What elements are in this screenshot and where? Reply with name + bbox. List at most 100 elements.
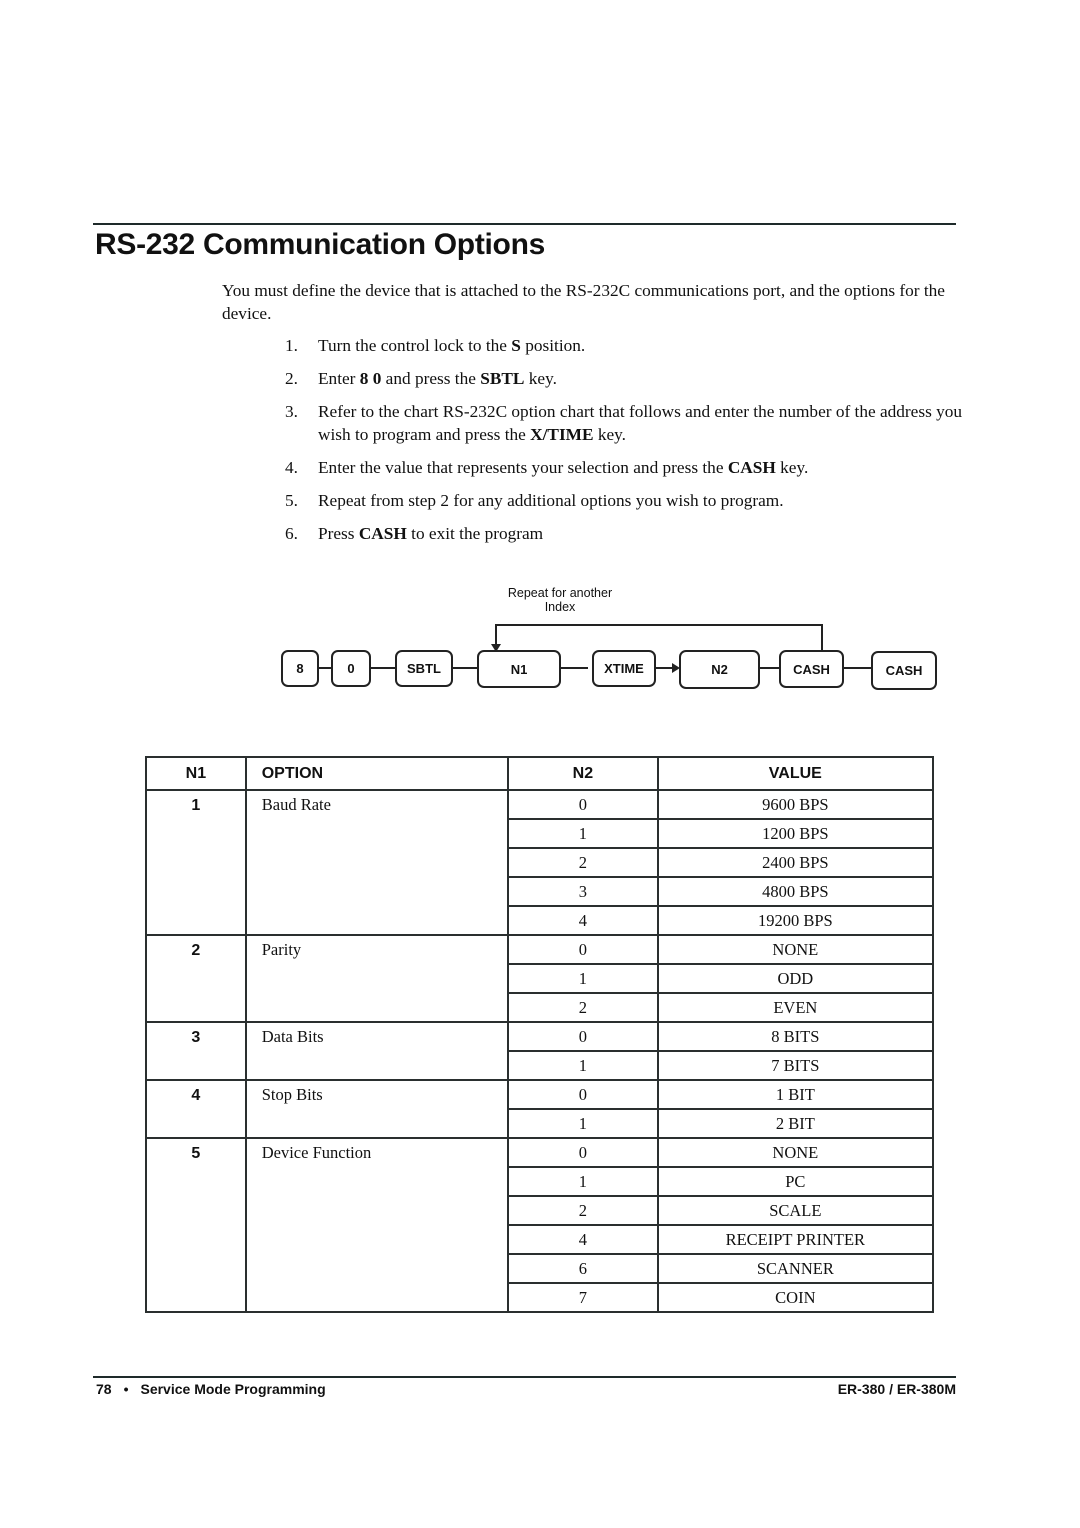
- table-row: 2 Parity 0 NONE: [145, 934, 935, 1023]
- bottom-rule: [93, 1376, 956, 1378]
- value-cell: 1200 BPS: [656, 818, 935, 849]
- n2-cell: 2: [507, 992, 659, 1023]
- header-value: VALUE: [656, 756, 935, 791]
- value-cell: RECEIPT PRINTER: [656, 1224, 935, 1255]
- step-number: 5.: [285, 491, 298, 510]
- step-item: 3. Refer to the chart RS-232C option char…: [285, 400, 965, 446]
- footer-left: 78 • Service Mode Programming: [96, 1381, 326, 1397]
- page-title: RS-232 Communication Options: [95, 228, 545, 261]
- n2-cell: 1: [507, 1108, 659, 1139]
- step-key-name: SBTL: [480, 369, 525, 388]
- step-key-name: 8 0: [359, 369, 382, 388]
- section-name: Service Mode Programming: [140, 1381, 326, 1397]
- step-text: Press CASH to exit the program: [318, 522, 965, 545]
- step-text-part: Turn the control lock to the: [318, 336, 512, 355]
- value-cell: EVEN: [656, 992, 935, 1023]
- option-cell: Parity: [244, 934, 510, 1023]
- n2-cell: 0: [507, 1079, 659, 1110]
- repeat-loop-label: Repeat for another Index: [480, 586, 640, 614]
- step-number: 4.: [285, 458, 298, 477]
- n2-cell: 0: [507, 934, 659, 965]
- step-text-part: position.: [520, 336, 586, 355]
- option-cell: Data Bits: [244, 1021, 510, 1081]
- value-cell: NONE: [656, 1137, 935, 1168]
- value-cell: 19200 BPS: [656, 905, 935, 936]
- n2-cell: 0: [507, 1021, 659, 1052]
- value-cell: 2 BIT: [656, 1108, 935, 1139]
- key-cash-1: CASH: [779, 650, 844, 688]
- n1-cell: 3: [145, 1021, 247, 1081]
- value-cell: COIN: [656, 1282, 935, 1313]
- step-text-part: Repeat from step 2 for any additional op…: [318, 491, 784, 510]
- key-n1: N1: [477, 650, 561, 688]
- value-cell: PC: [656, 1166, 935, 1197]
- option-cell: Stop Bits: [244, 1079, 510, 1139]
- n2-cell: 0: [507, 1137, 659, 1168]
- step-key-name: CASH: [727, 458, 776, 477]
- key-8: 8: [281, 650, 319, 687]
- step-key-name: S: [511, 336, 521, 355]
- value-cell: 4800 BPS: [656, 876, 935, 907]
- value-cell: 8 BITS: [656, 1021, 935, 1052]
- header-option: OPTION: [244, 756, 510, 791]
- table-row: 1 Baud Rate 0 9600 BPS: [145, 789, 935, 936]
- repeat-loop-line: [495, 624, 823, 651]
- step-text: Enter the value that represents your sel…: [318, 456, 965, 479]
- n2-cell: 1: [507, 1050, 659, 1081]
- n2-cell: 4: [507, 905, 659, 936]
- step-number: 3.: [285, 402, 298, 421]
- step-number: 2.: [285, 369, 298, 388]
- model-name: ER-380 / ER-380M: [837, 1381, 956, 1397]
- value-cell: 7 BITS: [656, 1050, 935, 1081]
- step-text-part: Enter the value that represents your sel…: [318, 458, 728, 477]
- step-text: Turn the control lock to the S position.: [318, 334, 965, 357]
- n2-cell: 0: [507, 789, 659, 820]
- step-text-part: Refer to the chart RS-232C option chart …: [318, 402, 963, 444]
- n2-cell: 1: [507, 1166, 659, 1197]
- n2-cell: 4: [507, 1224, 659, 1255]
- step-item: 4. Enter the value that represents your s…: [285, 456, 965, 479]
- intro-paragraph: You must define the device that is attac…: [222, 281, 945, 323]
- n1-cell: 2: [145, 934, 247, 1023]
- key-cash-2: CASH: [871, 651, 937, 690]
- option-cell: Baud Rate: [244, 789, 510, 936]
- n2-cell: 2: [507, 1195, 659, 1226]
- value-cell: NONE: [656, 934, 935, 965]
- step-item: 6. Press CASH to exit the program: [285, 522, 965, 545]
- page-number: 78: [96, 1381, 112, 1397]
- step-number: 6.: [285, 524, 298, 543]
- value-cell: 1 BIT: [656, 1079, 935, 1110]
- footer-bullet: •: [123, 1381, 129, 1397]
- step-text-part: and press the: [381, 369, 481, 388]
- table-header-row: N1 OPTION N2 VALUE: [145, 756, 935, 791]
- n2-cell: 1: [507, 963, 659, 994]
- step-text-part: to exit the program: [406, 524, 544, 543]
- step-text-part: key.: [775, 458, 809, 477]
- step-text: Refer to the chart RS-232C option chart …: [318, 400, 965, 446]
- step-text-part: Press: [318, 524, 359, 543]
- n2-cell: 2: [507, 847, 659, 878]
- n2-cell: 3: [507, 876, 659, 907]
- table-row: 3 Data Bits 0 8 BITS: [145, 1021, 935, 1081]
- step-item: 1. Turn the control lock to the S positio…: [285, 334, 965, 357]
- table-row: 4 Stop Bits 0 1 BIT: [145, 1079, 935, 1139]
- key-n2: N2: [679, 650, 760, 689]
- step-item: 2. Enter 8 0 and press the SBTL key.: [285, 367, 965, 390]
- n2-cell: 1: [507, 818, 659, 849]
- header-n2: N2: [507, 756, 659, 791]
- key-xtime: XTIME: [592, 650, 656, 687]
- rs232-options-table: N1 OPTION N2 VALUE 1 Baud Rate 0 9600 BPS 1 1…: [145, 756, 935, 1313]
- top-rule: [93, 223, 956, 225]
- step-text: Enter 8 0 and press the SBTL key.: [318, 367, 965, 390]
- n1-cell: 5: [145, 1137, 247, 1313]
- value-cell: ODD: [656, 963, 935, 994]
- table-row: 5 Device Function 0 NONE: [145, 1137, 935, 1313]
- option-cell: Device Function: [244, 1137, 510, 1313]
- step-item: 5. Repeat from step 2 for any additional …: [285, 489, 965, 512]
- header-n1: N1: [145, 756, 247, 791]
- step-text-part: Enter: [318, 369, 360, 388]
- step-key-name: X/TIME: [530, 425, 594, 444]
- repeat-loop-label-line2: Index: [544, 600, 576, 614]
- step-number: 1.: [285, 336, 298, 355]
- value-cell: 9600 BPS: [656, 789, 935, 820]
